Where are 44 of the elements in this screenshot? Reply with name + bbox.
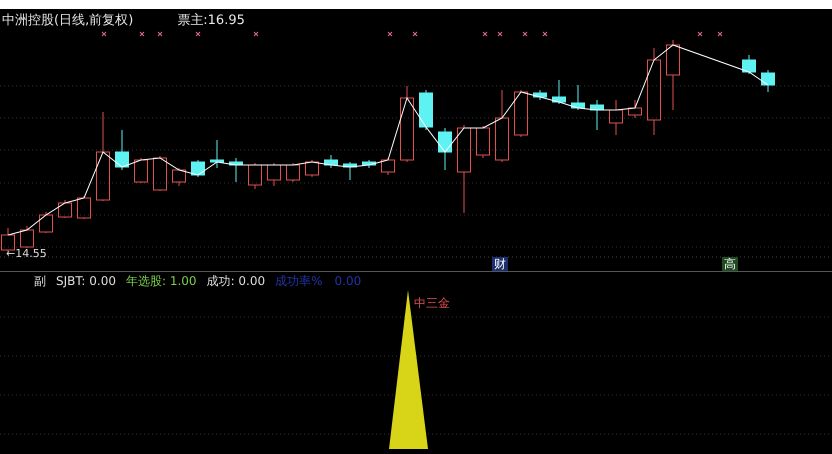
candlestick [742, 54, 756, 74]
candlestick [20, 226, 34, 248]
candlestick [39, 212, 53, 234]
candlestick [324, 154, 338, 168]
legend-text: SJBT: 0.00 [56, 273, 116, 289]
candlestick [666, 40, 680, 110]
candlestick [134, 158, 148, 184]
candlestick [761, 70, 775, 92]
event-badge: 高 [722, 257, 738, 271]
candlestick [571, 84, 585, 110]
candlestick [419, 90, 433, 130]
indicator-reading: 票主:16.95 [177, 14, 245, 26]
signal-label: 中三金 [414, 295, 450, 312]
low-price-marker: ←14.55 [6, 247, 47, 260]
legend-text: 副 [34, 273, 46, 289]
legend-text: 0.00 [334, 273, 362, 289]
candlestick [191, 160, 205, 178]
candlestick [115, 130, 129, 170]
legend-text: 成功率% [275, 273, 323, 289]
candlestick [476, 126, 490, 158]
candlestick [343, 162, 357, 180]
candlestick [552, 80, 566, 104]
candlestick [58, 200, 72, 218]
candlestick [628, 100, 642, 118]
candlestick [438, 128, 452, 170]
candlestick [267, 162, 281, 186]
legend-text: 年选股: 1.00 [126, 273, 197, 289]
candlestick [210, 140, 224, 168]
candlestick [305, 160, 319, 178]
candlestick [172, 168, 186, 186]
candlestick [533, 90, 547, 100]
stock-title: 中洲控股(日线,前复权) [2, 14, 134, 26]
event-badge: 财 [492, 257, 508, 271]
candlestick [248, 162, 262, 190]
candlestick [153, 156, 167, 192]
candlestick [590, 100, 604, 130]
candlestick [229, 158, 243, 182]
candlestick [362, 160, 376, 168]
candlestick [77, 196, 91, 220]
candlestick [514, 90, 528, 138]
legend-text: 成功: 0.00 [206, 273, 266, 289]
candlestick [609, 100, 623, 136]
candlestick [381, 158, 395, 176]
candlestick [286, 162, 300, 182]
